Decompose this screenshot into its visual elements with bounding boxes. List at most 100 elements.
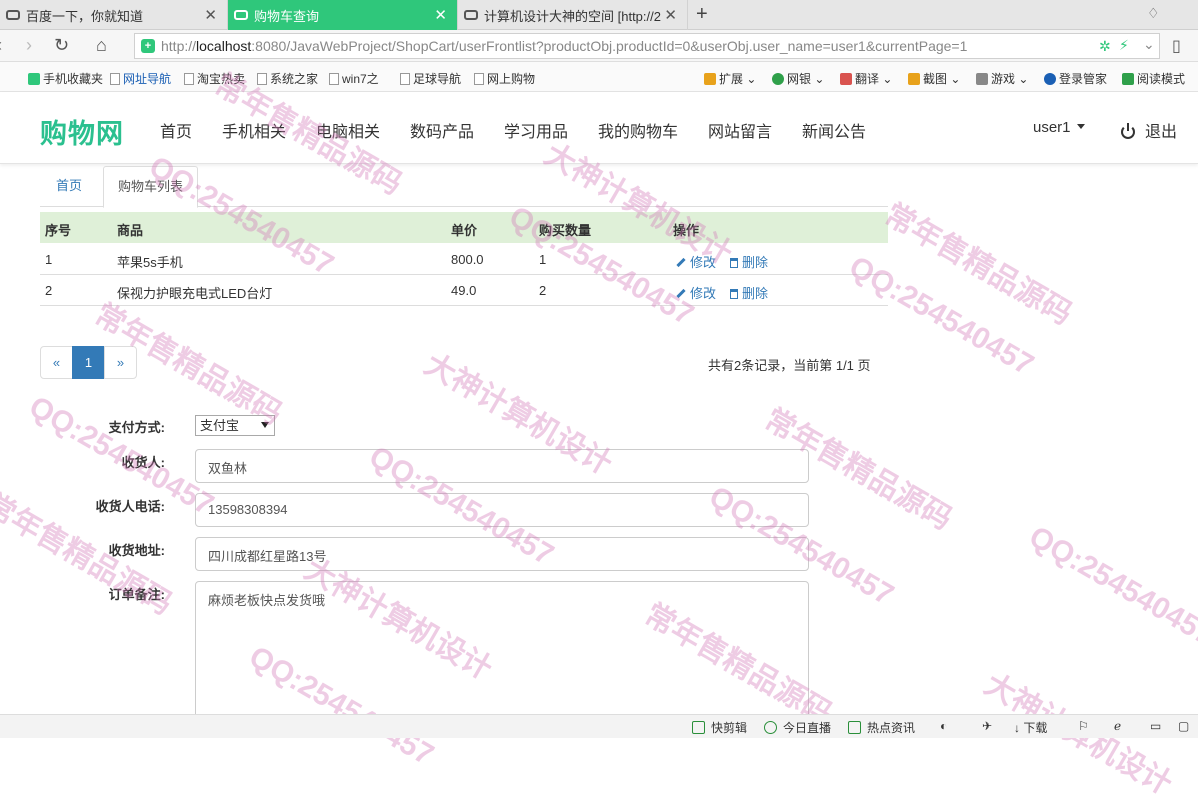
browser-tab-baidu[interactable]: 百度一下，你就知道 ✕: [0, 0, 228, 30]
next-page-button[interactable]: »: [104, 346, 137, 379]
browser-tab-blog[interactable]: 计算机设计大神的空间 [http://2 ✕: [458, 0, 688, 30]
refresh-icon[interactable]: ↻: [54, 35, 69, 56]
accelerate-icon[interactable]: ✲: [1099, 38, 1111, 55]
browser-tab-title: 购物车查询: [254, 8, 320, 24]
page-icon: [474, 73, 484, 85]
table-row: 2 保视力护眼充电式LED台灯 49.0 2 修改 删除: [40, 275, 888, 306]
trash-icon: [730, 258, 738, 268]
edit-button[interactable]: 修改: [676, 283, 716, 302]
browser-tab-title: 百度一下，你就知道: [26, 8, 144, 24]
nav-home[interactable]: 首页: [160, 118, 192, 142]
fullscreen-icon[interactable]: ▢: [1178, 719, 1189, 733]
site-header: 购物网 首页 手机相关 电脑相关 数码产品 学习用品 我的购物车 网站留言 新闻…: [0, 92, 1198, 164]
user-menu[interactable]: user1: [1033, 119, 1085, 136]
nav-messages[interactable]: 网站留言: [708, 118, 772, 142]
nav-digital[interactable]: 数码产品: [410, 118, 474, 142]
delete-button[interactable]: 删除: [730, 283, 768, 302]
home-icon[interactable]: ⌂: [96, 35, 107, 56]
memo-label: 订单备注:: [108, 587, 165, 602]
column-header-product: 商品: [117, 223, 144, 238]
game-icon: [976, 73, 988, 85]
pin-icon[interactable]: ✈: [982, 719, 992, 733]
download-button[interactable]: ↓ 下载: [1014, 719, 1047, 736]
extension-item[interactable]: 翻译 ⌄: [840, 70, 892, 87]
close-tab-icon[interactable]: ✕: [204, 6, 217, 24]
phone-bookmark-icon: [28, 73, 40, 85]
memo-textarea[interactable]: 麻烦老板快点发货哦: [195, 581, 809, 721]
page-icon: [184, 73, 194, 85]
browser-navigation-bar: ‹ › ↻ ⌂ + http://localhost:8080/JavaWebP…: [0, 30, 1198, 62]
cell-index: 1: [45, 252, 53, 267]
shirt-skin-icon[interactable]: ♢: [1147, 5, 1160, 22]
nav-news[interactable]: 新闻公告: [802, 118, 866, 142]
extension-item[interactable]: 截图 ⌄: [908, 70, 960, 87]
speed-icon[interactable]: ◐: [940, 719, 947, 733]
ie-icon[interactable]: ℯ: [1114, 719, 1121, 733]
phone-icon[interactable]: ▯: [1172, 36, 1181, 56]
bookmark-item[interactable]: 淘宝热卖: [184, 70, 245, 87]
bookmarks-bar: ‹ 手机收藏夹 网址导航 淘宝热卖 系统之家 win7之 足球导航 网上购物 扩…: [0, 62, 1198, 92]
nav-my-cart[interactable]: 我的购物车: [598, 118, 678, 142]
tab-cart-list[interactable]: 购物车列表: [103, 166, 199, 208]
bookmark-item[interactable]: win7之: [329, 70, 379, 87]
trash-icon: [730, 289, 738, 299]
nav-computers[interactable]: 电脑相关: [316, 118, 380, 142]
address-bar[interactable]: + http://localhost:8080/JavaWebProject/S…: [134, 33, 1160, 59]
extension-item[interactable]: 阅读模式: [1122, 70, 1185, 87]
bookmark-item[interactable]: 手机收藏夹: [28, 70, 103, 87]
close-tab-icon[interactable]: ✕: [434, 6, 447, 24]
cell-product: 保视力护眼充电式LED台灯: [117, 286, 273, 301]
delete-button[interactable]: 删除: [730, 252, 768, 271]
page-1-button[interactable]: 1: [72, 346, 105, 379]
column-header-qty: 购买数量: [539, 223, 592, 238]
payment-select[interactable]: 支付宝: [195, 415, 275, 436]
extension-item[interactable]: 网银 ⌄: [772, 70, 824, 87]
bookmark-item[interactable]: 网址导航: [110, 70, 171, 87]
power-icon: [1121, 123, 1135, 139]
receiver-input[interactable]: 双鱼林: [195, 449, 809, 483]
reading-mode-icon: [1122, 73, 1134, 85]
extension-item[interactable]: 游戏 ⌄: [976, 70, 1028, 87]
tab-home[interactable]: 首页: [42, 166, 96, 207]
close-tab-icon[interactable]: ✕: [664, 6, 677, 24]
back-icon[interactable]: ‹: [0, 35, 2, 56]
extension-item[interactable]: 登录管家: [1044, 70, 1107, 87]
window-icon[interactable]: ▭: [1150, 719, 1161, 733]
browser-tab-cart[interactable]: 购物车查询 ✕: [228, 0, 458, 30]
live-icon: [764, 721, 777, 734]
tab-favicon-icon: [234, 10, 248, 20]
bank-icon: [772, 73, 784, 85]
address-label: 收货地址:: [108, 543, 165, 558]
logout-button[interactable]: 退出: [1121, 118, 1177, 142]
status-item[interactable]: 今日直播: [764, 719, 831, 736]
browser-tab-strip: 百度一下，你就知道 ✕ 购物车查询 ✕ 计算机设计大神的空间 [http://2…: [0, 0, 1198, 30]
nav-phones[interactable]: 手机相关: [222, 118, 286, 142]
security-shield-icon: +: [141, 39, 155, 53]
translate-icon: [840, 73, 852, 85]
pencil-icon: [676, 288, 686, 299]
column-header-price: 单价: [451, 223, 478, 238]
bookmark-item[interactable]: 足球导航: [400, 70, 461, 87]
status-item[interactable]: 快剪辑: [692, 719, 747, 736]
news-icon: [848, 721, 861, 734]
table-row: 1 苹果5s手机 800.0 1 修改 删除: [40, 244, 888, 275]
bookmark-item[interactable]: 网上购物: [474, 70, 535, 87]
new-tab-button[interactable]: +: [696, 3, 708, 26]
phone-input[interactable]: 13598308394: [195, 493, 809, 527]
table-header: 序号 商品 单价 购买数量 操作: [40, 212, 888, 243]
site-logo[interactable]: 购物网: [40, 112, 124, 151]
lightning-icon[interactable]: ⚡: [1119, 37, 1129, 54]
tab-favicon-icon: [464, 10, 478, 20]
flag-icon[interactable]: ⚐: [1078, 719, 1089, 733]
nav-study[interactable]: 学习用品: [504, 118, 568, 142]
video-clip-icon: [692, 721, 705, 734]
address-input[interactable]: 四川成都红星路13号: [195, 537, 809, 571]
dropdown-icon[interactable]: ⌄: [1143, 36, 1155, 53]
pencil-icon: [676, 257, 686, 268]
forward-icon[interactable]: ›: [26, 35, 32, 56]
prev-page-button[interactable]: «: [40, 346, 73, 379]
edit-button[interactable]: 修改: [676, 252, 716, 271]
status-item[interactable]: 热点资讯: [848, 719, 915, 736]
extension-item[interactable]: 扩展 ⌄: [704, 70, 756, 87]
bookmark-item[interactable]: 系统之家: [257, 70, 318, 87]
